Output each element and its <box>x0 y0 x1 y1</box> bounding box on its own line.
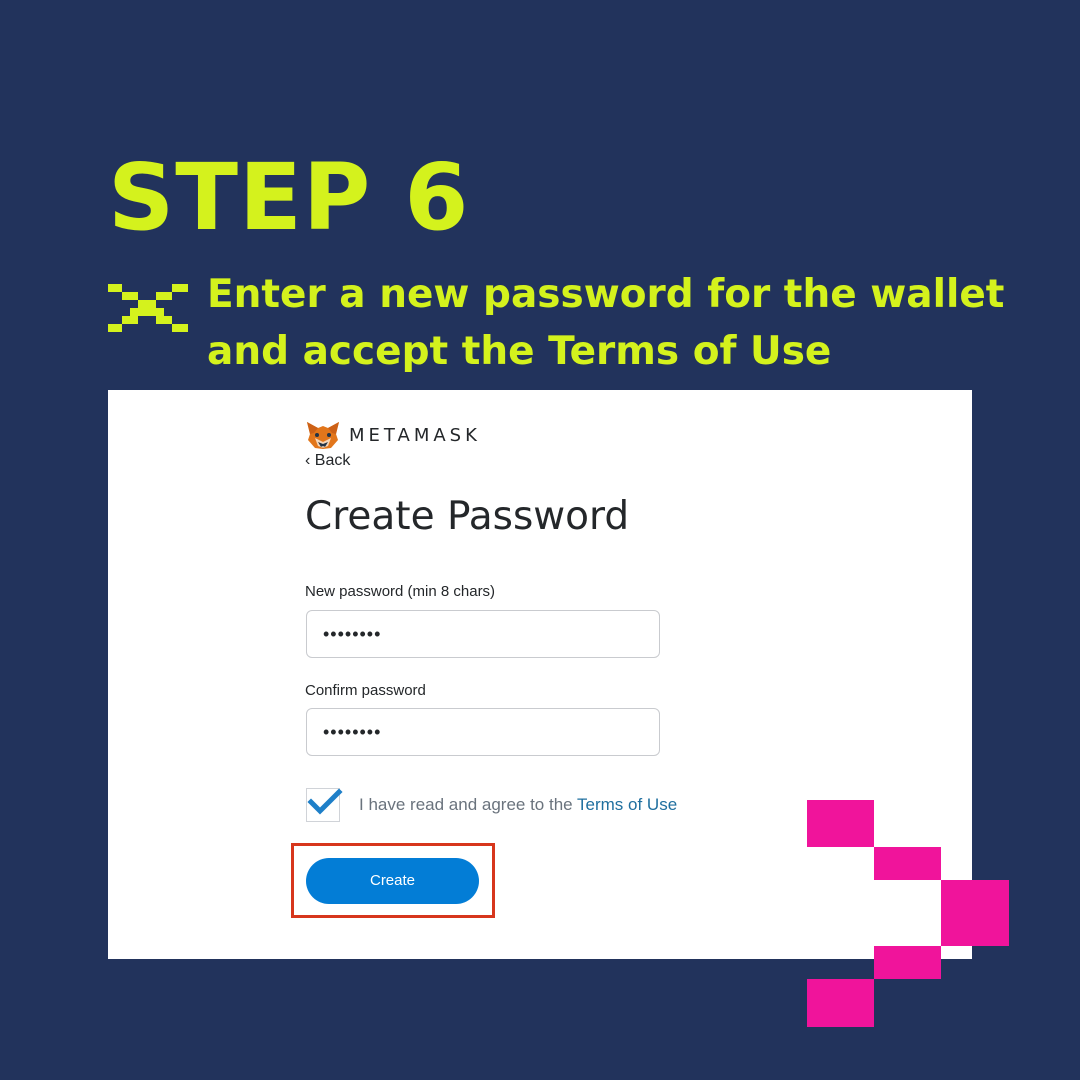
step-instruction: Enter a new password for the wallet and … <box>207 272 1005 374</box>
checkmark-icon <box>307 788 343 815</box>
agree-text: I have read and agree to the <box>359 795 578 814</box>
confirm-password-label: Confirm password <box>305 682 426 699</box>
fox-logo-icon <box>307 422 339 449</box>
metamask-screen: METAMASK ‹ Back Create Password New pass… <box>108 390 972 959</box>
terms-checkbox[interactable] <box>306 788 343 822</box>
terms-of-use-link[interactable]: Terms of Use <box>577 795 677 814</box>
new-password-field[interactable]: •••••••• <box>306 610 660 658</box>
create-button[interactable]: Create <box>306 858 479 904</box>
back-link[interactable]: ‹ Back <box>305 452 350 470</box>
new-password-label: New password (min 8 chars) <box>305 583 496 600</box>
confirm-password-field[interactable]: •••••••• <box>306 708 660 756</box>
logo-text: METAMASK <box>349 424 481 446</box>
page-title: Create Password <box>305 494 630 539</box>
step-title: STEP 6 <box>108 144 470 251</box>
terms-agreement: I have read and agree to the Terms of Us… <box>359 795 677 815</box>
pixel-x-icon <box>108 284 188 340</box>
metamask-logo: METAMASK <box>305 420 481 450</box>
